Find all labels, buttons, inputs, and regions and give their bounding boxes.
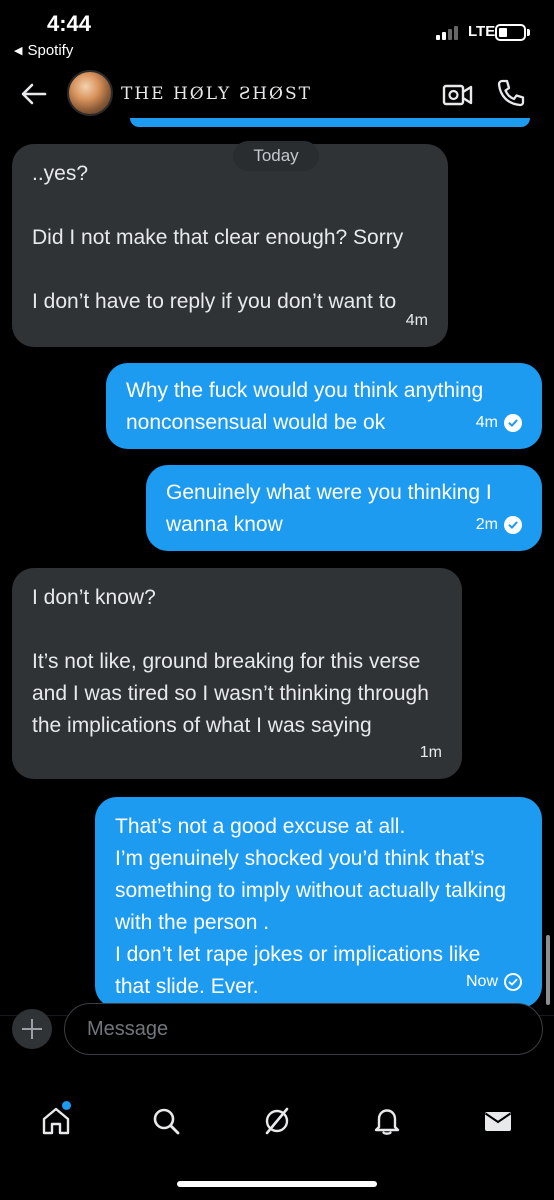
notifications-bell-icon[interactable] [371, 1105, 403, 1137]
message-bubble-incoming[interactable]: ..yes? Did I not make that clear enough?… [12, 144, 448, 347]
status-bar: 4:44 ◀ Spotify LTE [0, 0, 554, 70]
message-meta: Now [466, 966, 522, 998]
message-meta: 4m [406, 305, 428, 337]
message-text: That’s not a good excuse at all. [115, 815, 406, 838]
battery-cap [527, 29, 530, 36]
message-text: Genuinely what were you thinking I [166, 481, 492, 504]
search-icon[interactable] [150, 1105, 182, 1137]
back-arrow-icon[interactable] [18, 78, 50, 110]
message-time: Now [465, 973, 498, 990]
date-separator: Today [233, 141, 319, 171]
message-bubble-incoming[interactable]: I don’t know? It’s not like, ground brea… [12, 568, 462, 779]
message-text: I don’t have to reply if you don’t want … [32, 290, 397, 313]
messages-envelope-icon[interactable] [482, 1105, 514, 1137]
notification-dot [62, 1101, 71, 1110]
message-meta: 1m [420, 737, 442, 769]
message-bubble-outgoing[interactable]: That’s not a good excuse at all. I’m gen… [95, 797, 542, 1008]
previous-message-edge [130, 118, 530, 127]
message-time: 1m [419, 744, 442, 761]
grok-icon[interactable] [261, 1105, 293, 1137]
message-time: 4m [475, 414, 498, 431]
message-bubble-outgoing[interactable]: Why the fuck would you think anything no… [106, 363, 542, 449]
message-text: nonconsensual would be ok [126, 411, 386, 434]
message-text: Why the fuck would you think anything [126, 379, 484, 402]
message-meta: 2m [476, 509, 522, 541]
cellular-signal-icon [436, 24, 458, 40]
back-app-label: Spotify [27, 42, 74, 59]
message-text: wanna know [166, 513, 283, 536]
message-time: 4m [405, 312, 428, 329]
message-text: ..yes? [32, 162, 89, 185]
phone-call-icon[interactable] [496, 78, 526, 108]
scrollbar[interactable] [546, 935, 550, 1005]
add-attachment-button[interactable] [12, 1009, 52, 1049]
message-text: I don’t let rape jokes or implications l… [115, 943, 481, 998]
video-call-icon[interactable] [442, 80, 474, 110]
back-to-app-link[interactable]: ◀ Spotify [14, 42, 73, 59]
message-text: It’s not like, ground breaking for this … [32, 650, 429, 737]
back-triangle-icon: ◀ [14, 45, 23, 57]
conversation-header: THE HØLY ƧHØST [0, 62, 554, 124]
message-text: I’m genuinely shocked you’d think that’s… [115, 847, 507, 934]
message-text: I don’t know? [32, 586, 156, 609]
clock: 4:44 [47, 11, 92, 36]
message-meta: 4m [476, 407, 522, 439]
sent-check-icon [504, 516, 522, 534]
message-text: Did I not make that clear enough? Sorry [32, 226, 404, 249]
avatar[interactable] [67, 70, 113, 116]
home-indicator[interactable] [177, 1181, 377, 1187]
battery-icon [495, 24, 526, 41]
message-time: 2m [475, 516, 498, 533]
sent-check-icon [504, 414, 522, 432]
network-type: LTE [468, 23, 496, 40]
sending-status-icon [504, 973, 522, 991]
message-bubble-outgoing[interactable]: Genuinely what were you thinking I wanna… [146, 465, 542, 551]
contact-name[interactable]: THE HØLY ƧHØST [121, 84, 312, 104]
message-input[interactable] [64, 1003, 543, 1055]
